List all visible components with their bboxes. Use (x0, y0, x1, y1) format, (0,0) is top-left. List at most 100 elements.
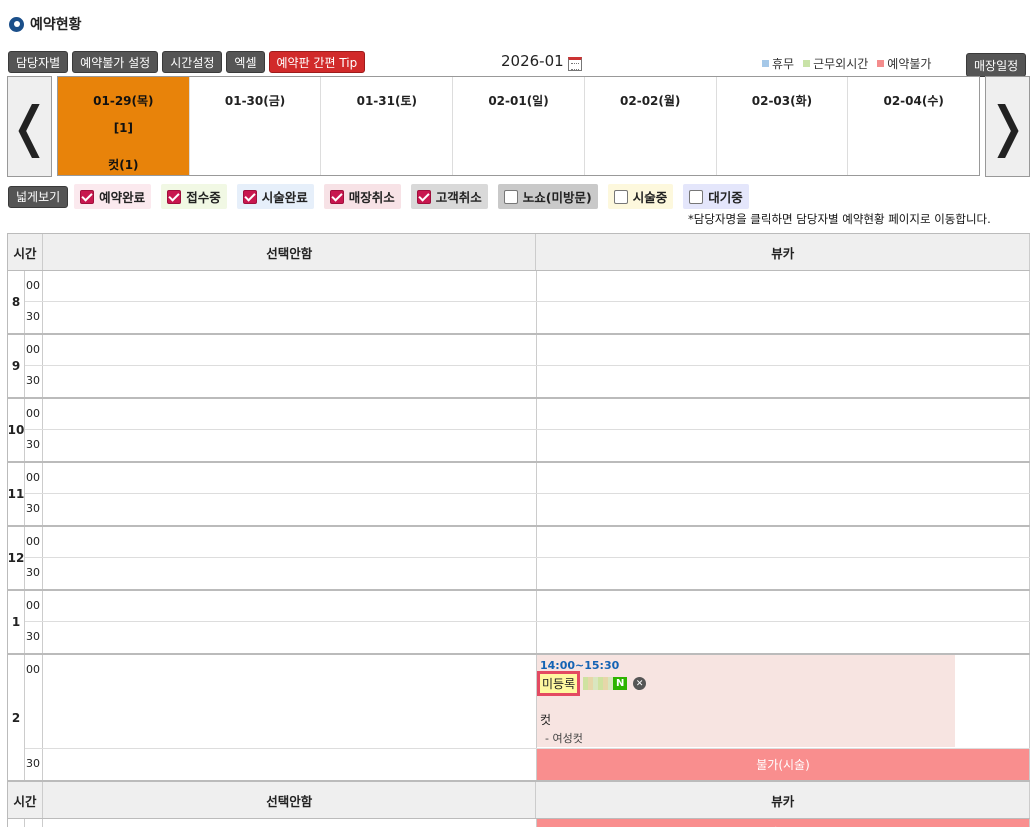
filter-label: 시술중 (632, 190, 668, 205)
grid-header: 시간 선택안함 뷰카 (8, 234, 1030, 271)
hour-label: 10 (8, 399, 25, 461)
by-staff-button[interactable]: 담당자별 (8, 51, 69, 73)
time-slot: 00 (25, 463, 1030, 494)
minute-label: 30 (25, 558, 43, 589)
checkbox-icon[interactable] (80, 189, 95, 204)
slot-cell[interactable] (537, 622, 1030, 653)
minute-label: 00 (25, 463, 43, 493)
filter-chip[interactable]: 예약완료 (74, 184, 152, 209)
filter-chip[interactable]: 대기중 (683, 184, 749, 209)
day-tab[interactable]: 01-29(목) [1] 컷(1) (58, 77, 190, 175)
slot-cell[interactable] (537, 335, 1030, 365)
minute-label: 00 (25, 819, 43, 827)
slot-cell[interactable] (43, 655, 537, 748)
slot-cell[interactable] (43, 463, 537, 493)
hour-block: 10 00 30 (8, 399, 1030, 463)
store-schedule-button[interactable]: 매장일정 (966, 53, 1027, 77)
slot-cell[interactable] (537, 430, 1030, 461)
filter-chip[interactable]: 접수중 (161, 184, 227, 209)
minute-label: 00 (25, 655, 43, 748)
hour-block: 12 00 30 (8, 527, 1030, 591)
slot-cell[interactable] (43, 819, 537, 827)
checkbox-icon[interactable] (416, 189, 431, 204)
slot-cell[interactable] (537, 527, 1030, 557)
slot-cell[interactable] (43, 430, 537, 461)
day-list: 01-29(목) [1] 컷(1) 01-30(금) 01-31(토) 02-0… (57, 76, 980, 176)
legend-swatch (803, 60, 811, 67)
day-tab[interactable]: 01-30(금) (190, 77, 322, 175)
slot-cell[interactable] (43, 366, 537, 397)
day-tab[interactable]: 01-31(토) (321, 77, 454, 175)
minute-label: 00 (25, 399, 43, 429)
legend-item: 휴무 (762, 55, 794, 72)
time-setting-button[interactable]: 시간설정 (162, 51, 223, 73)
blocked-slot[interactable]: 불가(시술) (537, 749, 1030, 780)
slot-cell[interactable] (537, 463, 1030, 493)
slot-cell[interactable] (537, 494, 1030, 525)
checkbox-icon[interactable] (329, 189, 344, 204)
day-label: 01-29(목) (93, 94, 154, 108)
filter-chip[interactable]: 노쇼(미방문) (497, 184, 598, 209)
slot-cell[interactable] (43, 622, 537, 653)
filter-chip[interactable]: 시술중 (607, 184, 674, 209)
day-tab[interactable]: 02-02(월) (585, 77, 717, 175)
unavailable-setting-button[interactable]: 예약불가 설정 (72, 51, 159, 73)
hour-label: 2 (8, 655, 25, 780)
checkbox-icon[interactable] (242, 189, 257, 204)
slot-cell[interactable] (537, 399, 1030, 429)
hour-block: 2 00 14:00~15:30 미등록 N ✕ 컷 - 여성컷 30 불가(시술) (8, 655, 1030, 782)
filter-chip[interactable]: 매장취소 (323, 184, 401, 209)
slot-cell[interactable]: 14:00~15:30 미등록 N ✕ 컷 - 여성컷 (536, 655, 1030, 748)
cancel-icon[interactable]: ✕ (633, 677, 647, 690)
slot-cell[interactable] (537, 591, 1030, 621)
slot-cell[interactable] (43, 271, 537, 301)
blocked-slot[interactable]: 불가(시술) (537, 819, 1030, 827)
filter-chip[interactable]: 시술완료 (236, 184, 314, 209)
checkbox-icon[interactable] (167, 189, 182, 204)
staff-column-unassigned[interactable]: 선택안함 (43, 782, 537, 818)
prev-arrow-icon[interactable]: ❬ (7, 76, 52, 177)
staff-column-unassigned[interactable]: 선택안함 (43, 234, 537, 270)
excel-button[interactable]: 엑셀 (226, 51, 265, 73)
slot-cell[interactable] (43, 591, 537, 621)
slot-cell[interactable] (537, 302, 1030, 333)
day-tab[interactable]: 02-03(화) (717, 77, 849, 175)
customer-name[interactable]: 미등록 (536, 671, 581, 696)
slot-cell[interactable] (43, 749, 537, 780)
slot-cell[interactable] (537, 558, 1030, 589)
day-label: 01-31(토) (356, 94, 417, 108)
minute-label: 30 (25, 622, 43, 653)
checkbox-icon[interactable] (613, 189, 628, 204)
time-slot: 30 (25, 558, 1030, 589)
slot-cell[interactable] (43, 558, 537, 589)
filter-chip[interactable]: 고객취소 (410, 184, 488, 209)
slot-cell[interactable] (537, 271, 1030, 301)
slot-cell[interactable] (43, 335, 537, 365)
slot-cell[interactable] (43, 527, 537, 557)
day-label: 02-01(일) (488, 94, 549, 108)
staff-column-viewka[interactable]: 뷰카 (536, 234, 1030, 270)
day-tab[interactable]: 02-01(일) (453, 77, 585, 175)
wide-view-button[interactable]: 넓게보기 (8, 185, 69, 208)
slot-cell[interactable] (43, 399, 537, 429)
checkbox-icon[interactable] (503, 189, 518, 204)
slot-cell[interactable] (43, 302, 537, 333)
appointment-card[interactable]: 14:00~15:30 미등록 N ✕ 컷 - 여성컷 (536, 655, 955, 747)
slot-cell[interactable] (43, 494, 537, 525)
minute-label: 00 (25, 335, 43, 365)
calendar-icon[interactable] (567, 57, 582, 71)
minute-label: 30 (25, 749, 43, 780)
filter-label: 예약완료 (99, 190, 146, 205)
staff-column-viewka[interactable]: 뷰카 (536, 782, 1030, 818)
day-tab[interactable]: 02-04(수) (848, 77, 979, 175)
checkbox-icon[interactable] (689, 189, 704, 204)
time-slot: 00 (25, 335, 1030, 366)
next-arrow-icon[interactable]: ❭ (985, 76, 1030, 177)
hour-cell (8, 819, 25, 827)
date-navigator: ❬ 01-29(목) [1] 컷(1) 01-30(금) 01-31(토) 02… (7, 76, 1030, 178)
filter-label: 매장취소 (348, 190, 395, 205)
slot-cell[interactable] (537, 366, 1030, 397)
day-count: [1] (113, 121, 134, 135)
tip-button[interactable]: 예약판 간편 Tip (268, 51, 366, 73)
filter-chip-list: 예약완료 접수중 시술완료 매장취소 고객취소 노쇼(미방문) 시술중 대기중 (74, 184, 749, 209)
